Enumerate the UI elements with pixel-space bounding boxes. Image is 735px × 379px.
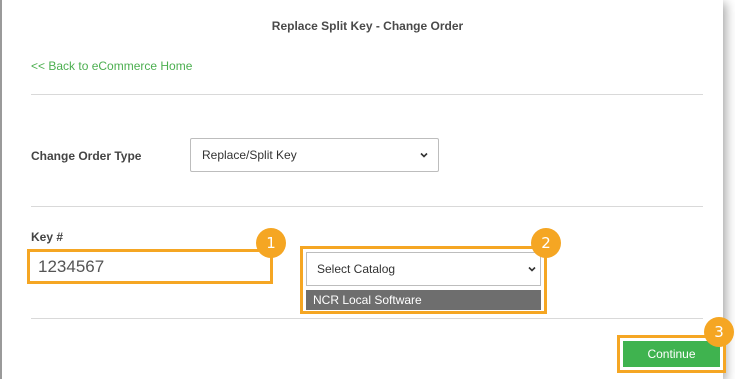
change-order-type-select[interactable]: Replace/Split Key (190, 138, 439, 172)
catalog-option-ncr-local-software[interactable]: NCR Local Software (306, 290, 541, 310)
key-number-label: Key # (31, 230, 64, 244)
key-number-input[interactable]: 1234567 (27, 249, 273, 284)
continue-button[interactable]: Continue (623, 341, 720, 367)
dialog-frame (0, 0, 723, 379)
back-to-ecommerce-home-link[interactable]: << Back to eCommerce Home (31, 59, 192, 73)
divider (31, 318, 703, 319)
callout-badge-1: 1 (256, 228, 286, 258)
change-order-type-value: Replace/Split Key (202, 148, 297, 162)
callout-badge-2: 2 (531, 228, 561, 258)
divider (31, 94, 703, 95)
select-catalog-value: Select Catalog (317, 262, 396, 276)
chevron-down-icon (528, 266, 536, 272)
divider (31, 206, 703, 207)
select-catalog-dropdown[interactable]: Select Catalog (306, 252, 541, 286)
catalog-select-highlight: Select Catalog NCR Local Software (300, 246, 547, 314)
key-number-value: 1234567 (38, 256, 105, 276)
chevron-down-icon (420, 152, 428, 158)
change-order-type-label: Change Order Type (31, 149, 142, 163)
callout-badge-3: 3 (704, 317, 734, 347)
page-title: Replace Split Key - Change Order (271, 19, 464, 33)
